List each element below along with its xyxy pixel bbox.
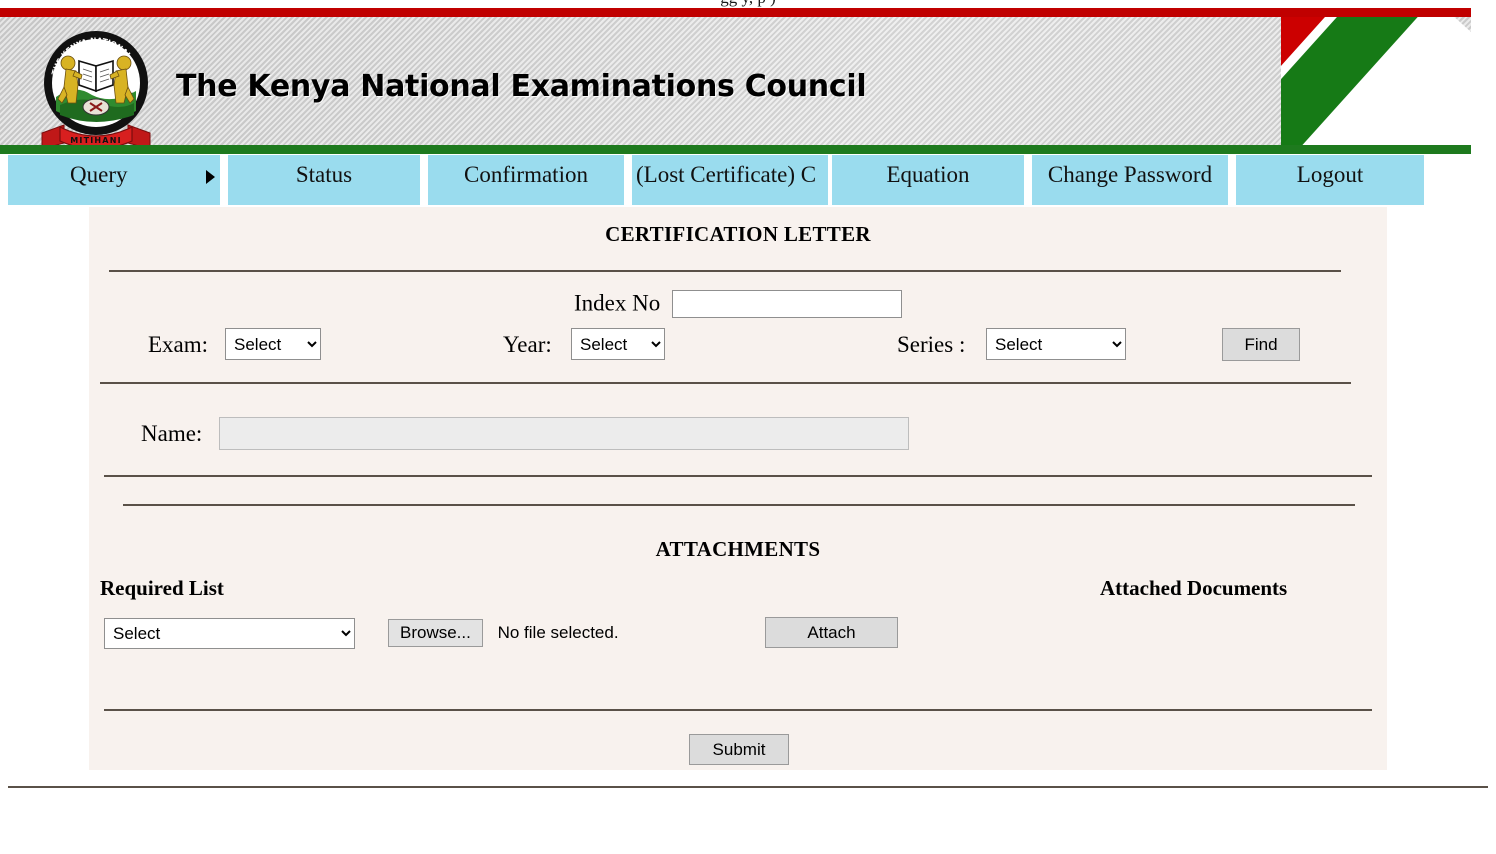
divider-1 <box>109 270 1341 272</box>
kenya-flag-diagonal <box>1281 17 1471 145</box>
series-select[interactable]: Select <box>986 328 1126 360</box>
main-navigation: Query Status Confirmation (Lost Certific… <box>8 155 1428 207</box>
nav-item-change-password[interactable]: Change Password <box>1032 155 1228 205</box>
divider-2 <box>100 382 1351 384</box>
nav-label-logout: Logout <box>1296 162 1364 187</box>
nav-item-confirmation[interactable]: Confirmation <box>428 155 624 205</box>
index-no-row: Index No <box>89 289 1387 318</box>
nav-label-equation: Equation <box>886 162 970 187</box>
divider-5 <box>104 709 1372 711</box>
required-list-select[interactable]: Select <box>104 618 355 649</box>
nav-item-lost-certificate[interactable]: (Lost Certificate) C <box>632 155 828 205</box>
site-banner: THE KENYA NATIONAL EXAMINATIONS COUNCIL <box>0 8 1471 154</box>
content-panel: CERTIFICATION LETTER Index No Exam: Sele… <box>89 207 1387 770</box>
nav-label-lost-certificate: (Lost Certificate) C <box>636 162 817 187</box>
year-select[interactable]: Select <box>571 328 665 360</box>
clipped-page-text: gg y, p ) <box>0 0 1496 8</box>
exam-select[interactable]: Select <box>225 328 321 360</box>
series-label: Series : <box>897 332 966 357</box>
nav-item-query[interactable]: Query <box>8 155 220 205</box>
chevron-right-icon <box>206 170 215 184</box>
file-upload-input[interactable]: Browse... No file selected. <box>388 619 619 648</box>
attachments-heading: ATTACHMENTS <box>655 537 821 561</box>
banner-title: The Kenya National Examinations Council <box>176 69 867 104</box>
divider-3 <box>104 475 1372 477</box>
nav-label-change-password: Change Password <box>1047 162 1213 187</box>
divider-4 <box>123 504 1355 506</box>
nav-item-status[interactable]: Status <box>228 155 420 205</box>
find-button[interactable]: Find <box>1222 328 1300 361</box>
submit-button[interactable]: Submit <box>689 734 789 765</box>
exam-label: Exam: <box>148 332 209 357</box>
attached-documents-header: Attached Documents <box>1100 576 1288 600</box>
nav-label-query: Query <box>70 162 128 187</box>
browse-button[interactable]: Browse... <box>388 619 483 647</box>
banner-bottom-stripe <box>0 145 1471 154</box>
attach-button[interactable]: Attach <box>765 617 898 648</box>
name-label: Name: <box>141 421 203 446</box>
nav-label-confirmation: Confirmation <box>464 162 588 187</box>
index-no-label: Index No <box>574 290 661 316</box>
file-status-text: No file selected. <box>497 623 619 642</box>
nav-label-status: Status <box>295 162 353 187</box>
nav-item-equation[interactable]: Equation <box>832 155 1024 205</box>
banner-top-stripe <box>0 8 1471 17</box>
candidate-name-row: Name: <box>89 417 1387 457</box>
svg-text:MITIHANI: MITIHANI <box>70 136 122 145</box>
nav-item-logout[interactable]: Logout <box>1236 155 1424 205</box>
page-bottom-divider <box>8 786 1488 788</box>
page-title: CERTIFICATION LETTER <box>605 222 871 246</box>
query-filters-row: Exam: Select Year: Select Series : Selec… <box>89 328 1387 368</box>
required-list-header: Required List <box>100 576 224 600</box>
year-label: Year: <box>503 332 552 357</box>
index-no-input[interactable] <box>671 289 902 318</box>
knec-crest-logo: THE KENYA NATIONAL EXAMINATIONS COUNCIL <box>34 25 158 145</box>
name-input[interactable] <box>219 417 909 450</box>
